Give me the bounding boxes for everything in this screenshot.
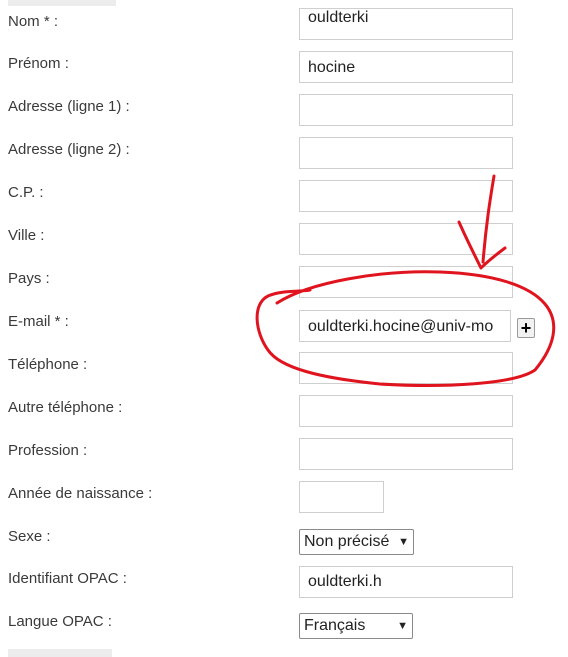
identifiant-opac-input[interactable]: ouldterki.h [299, 566, 513, 598]
ville-label: Ville : [8, 227, 45, 244]
cp-label: C.P. : [8, 184, 44, 201]
bottom-divider [8, 649, 112, 657]
nom-input[interactable]: ouldterki [299, 8, 513, 40]
adresse1-label: Adresse (ligne 1) : [8, 98, 130, 115]
langue-opac-select[interactable]: Français ▼ [299, 613, 413, 639]
sexe-label: Sexe : [8, 528, 51, 545]
adresse1-input[interactable] [299, 94, 513, 126]
add-email-button[interactable]: + [517, 318, 535, 338]
nom-label: Nom * : [8, 13, 59, 30]
autre-telephone-input[interactable] [299, 395, 513, 427]
annee-naissance-input[interactable] [299, 481, 384, 513]
sexe-select[interactable]: Non précisé ▼ [299, 529, 414, 555]
annee-naissance-label: Année de naissance : [8, 485, 153, 502]
ville-input[interactable] [299, 223, 513, 255]
langue-opac-selected-value: Français [304, 617, 366, 634]
profession-label: Profession : [8, 442, 88, 459]
email-input[interactable]: ouldterki.hocine@univ-mo [299, 310, 511, 342]
top-divider [8, 0, 116, 6]
chevron-down-icon: ▼ [397, 620, 408, 632]
adresse2-input[interactable] [299, 137, 513, 169]
profession-input[interactable] [299, 438, 513, 470]
chevron-down-icon: ▼ [398, 536, 409, 548]
adresse2-label: Adresse (ligne 2) : [8, 141, 130, 158]
telephone-label: Téléphone : [8, 356, 88, 373]
email-label: E-mail * : [8, 313, 69, 330]
prenom-label: Prénom : [8, 55, 69, 72]
autre-telephone-label: Autre téléphone : [8, 399, 123, 416]
sexe-selected-value: Non précisé [304, 533, 390, 550]
telephone-input[interactable] [299, 352, 513, 384]
cp-input[interactable] [299, 180, 513, 212]
pays-input[interactable] [299, 266, 513, 298]
identifiant-opac-label: Identifiant OPAC : [8, 570, 127, 587]
prenom-input[interactable]: hocine [299, 51, 513, 83]
langue-opac-label: Langue OPAC : [8, 613, 112, 630]
pays-label: Pays : [8, 270, 50, 287]
